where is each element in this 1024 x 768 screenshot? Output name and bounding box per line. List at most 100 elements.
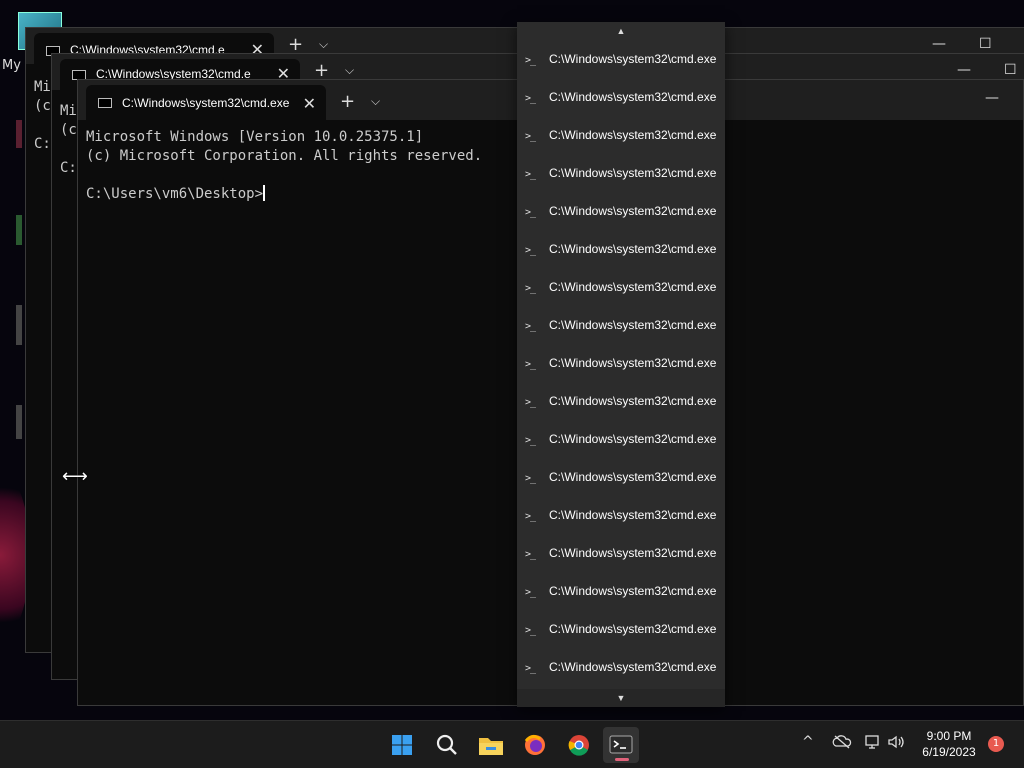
terminal-line: C:	[60, 160, 77, 176]
terminal-line: (c) Microsoft Corporation. All rights re…	[86, 148, 483, 164]
terminal-icon: >_	[525, 131, 536, 142]
tab-switcher-item-label: C:\Windows\system32\cmd.exe	[549, 584, 717, 598]
terminal-icon: >_	[525, 245, 536, 256]
firefox-icon[interactable]	[517, 727, 553, 763]
onedrive-offline-icon[interactable]	[832, 734, 852, 754]
tab-switcher-item[interactable]: >_ C:\Windows\system32\cmd.exe	[517, 117, 725, 155]
terminal-icon: >_	[525, 435, 536, 446]
tab-switcher-item[interactable]: >_ C:\Windows\system32\cmd.exe	[517, 155, 725, 193]
tab-switcher-item-label: C:\Windows\system32\cmd.exe	[549, 166, 717, 180]
tab-switcher-item-label: C:\Windows\system32\cmd.exe	[549, 204, 717, 218]
tab-switcher-item-label: C:\Windows\system32\cmd.exe	[549, 318, 717, 332]
minimize-button[interactable]: —	[932, 36, 946, 52]
terminal-icon: >_	[525, 55, 536, 66]
clock-time: 9:00 PM	[926, 729, 972, 743]
tab-switcher-item-label: C:\Windows\system32\cmd.exe	[549, 432, 717, 446]
desktop-icon-fragment	[16, 215, 22, 245]
chrome-icon[interactable]	[561, 727, 597, 763]
clock-date: 6/19/2023	[922, 745, 976, 759]
tab-switcher-item-label: C:\Windows\system32\cmd.exe	[549, 242, 717, 256]
terminal-icon: >_	[525, 511, 536, 522]
tab-switcher-item[interactable]: >_ C:\Windows\system32\cmd.exe	[517, 573, 725, 611]
volume-icon[interactable]	[887, 734, 905, 754]
terminal-icon: >_	[525, 587, 536, 598]
tab-title: C:\Windows\system32\cmd.exe	[122, 96, 290, 110]
tab-cmd[interactable]: C:\Windows\system32\cmd.exe ✕	[86, 85, 326, 120]
new-tab-button[interactable]: +	[288, 34, 303, 55]
tab-switcher-dropdown[interactable]: ▲ >_ C:\Windows\system32\cmd.exe >_ C:\Wind…	[517, 22, 725, 707]
show-hidden-icons-button[interactable]: ^	[802, 734, 814, 750]
terminal-icon: >_	[525, 663, 536, 674]
new-tab-button[interactable]: +	[340, 91, 355, 112]
active-app-indicator	[615, 758, 629, 761]
tab-switcher-item[interactable]: >_ C:\Windows\system32\cmd.exe	[517, 497, 725, 535]
notification-badge[interactable]: 1	[988, 736, 1004, 752]
chevron-down-icon[interactable]: ⌵	[345, 63, 354, 78]
chevron-down-icon[interactable]: ⌵	[371, 94, 380, 109]
terminal-icon: >_	[525, 169, 536, 180]
network-icon[interactable]	[864, 734, 882, 754]
tab-switcher-item[interactable]: >_ C:\Windows\system32\cmd.exe	[517, 459, 725, 497]
desktop-shortcut-label: My	[2, 58, 21, 73]
terminal-icon: >_	[525, 321, 536, 332]
maximize-button[interactable]: ☐	[1004, 62, 1017, 78]
windows-start-icon[interactable]	[384, 727, 420, 763]
minimize-button[interactable]: —	[985, 90, 999, 106]
terminal-icon: >_	[525, 93, 536, 104]
tab-switcher-item-label: C:\Windows\system32\cmd.exe	[549, 470, 717, 484]
scroll-down-button[interactable]: ▼	[517, 689, 725, 707]
cmd-icon	[98, 98, 112, 108]
terminal-line: Mi	[60, 103, 77, 119]
tab-switcher-item[interactable]: >_ C:\Windows\system32\cmd.exe	[517, 231, 725, 269]
terminal-icon: >_	[525, 283, 536, 294]
tab-switcher-item-label: C:\Windows\system32\cmd.exe	[549, 356, 717, 370]
tab-switcher-item-label: C:\Windows\system32\cmd.exe	[549, 90, 717, 104]
terminal-line: Microsoft Windows [Version 10.0.25375.1]	[86, 129, 424, 145]
search-icon[interactable]	[429, 727, 465, 763]
tab-switcher-item-label: C:\Windows\system32\cmd.exe	[549, 508, 717, 522]
file-explorer-icon[interactable]	[473, 727, 509, 763]
tab-switcher-item-label: C:\Windows\system32\cmd.exe	[549, 394, 717, 408]
tab-switcher-item[interactable]: >_ C:\Windows\system32\cmd.exe	[517, 307, 725, 345]
scroll-up-button[interactable]: ▲	[517, 22, 725, 40]
tab-switcher-item-label: C:\Windows\system32\cmd.exe	[549, 128, 717, 142]
terminal-output[interactable]: Mi (c C:	[60, 102, 77, 178]
tab-switcher-item[interactable]: >_ C:\Windows\system32\cmd.exe	[517, 383, 725, 421]
tab-switcher-item[interactable]: >_ C:\Windows\system32\cmd.exe	[517, 535, 725, 573]
resize-horizontal-cursor: ⟷	[62, 466, 88, 487]
chevron-down-icon[interactable]: ⌵	[319, 37, 328, 52]
terminal-icon: >_	[525, 625, 536, 636]
terminal-line: C:	[34, 136, 51, 152]
tab-switcher-item-label: C:\Windows\system32\cmd.exe	[549, 280, 717, 294]
tab-switcher-item[interactable]: >_ C:\Windows\system32\cmd.exe	[517, 611, 725, 649]
terminal-line: Mi	[34, 79, 51, 95]
maximize-button[interactable]: ☐	[979, 36, 992, 52]
desktop-icon-fragment	[16, 305, 22, 345]
terminal-icon: >_	[525, 549, 536, 560]
clock[interactable]: 9:00 PM 6/19/2023	[914, 728, 984, 760]
tab-switcher-item[interactable]: >_ C:\Windows\system32\cmd.exe	[517, 269, 725, 307]
terminal-output[interactable]: Microsoft Windows [Version 10.0.25375.1]…	[86, 128, 482, 204]
terminal-icon[interactable]	[603, 727, 639, 763]
text-cursor	[263, 185, 266, 201]
tab-switcher-item-label: C:\Windows\system32\cmd.exe	[549, 546, 717, 560]
terminal-icon: >_	[525, 359, 536, 370]
desktop-icon-fragment	[16, 405, 22, 439]
tab-switcher-item-label: C:\Windows\system32\cmd.exe	[549, 52, 717, 66]
terminal-icon: >_	[525, 207, 536, 218]
tab-switcher-item[interactable]: >_ C:\Windows\system32\cmd.exe	[517, 79, 725, 117]
terminal-prompt: C:\Users\vm6\Desktop>	[86, 186, 264, 202]
tab-switcher-item[interactable]: >_ C:\Windows\system32\cmd.exe	[517, 193, 725, 231]
tab-switcher-item[interactable]: >_ C:\Windows\system32\cmd.exe	[517, 649, 725, 687]
tab-switcher-item[interactable]: >_ C:\Windows\system32\cmd.exe	[517, 421, 725, 459]
terminal-icon: >_	[525, 397, 536, 408]
tab-switcher-item[interactable]: >_ C:\Windows\system32\cmd.exe	[517, 345, 725, 383]
minimize-button[interactable]: —	[957, 62, 971, 78]
new-tab-button[interactable]: +	[314, 60, 329, 81]
close-tab-icon[interactable]: ✕	[303, 94, 316, 113]
tab-switcher-item[interactable]: >_ C:\Windows\system32\cmd.exe	[517, 41, 725, 79]
tab-switcher-item-label: C:\Windows\system32\cmd.exe	[549, 660, 717, 674]
desktop-icon-fragment	[16, 120, 22, 148]
terminal-output[interactable]: Mi (c C:	[34, 78, 51, 154]
desktop: My C:\Windows\system32\cmd.e ✕ + ⌵ — ☐ M…	[0, 0, 1024, 720]
